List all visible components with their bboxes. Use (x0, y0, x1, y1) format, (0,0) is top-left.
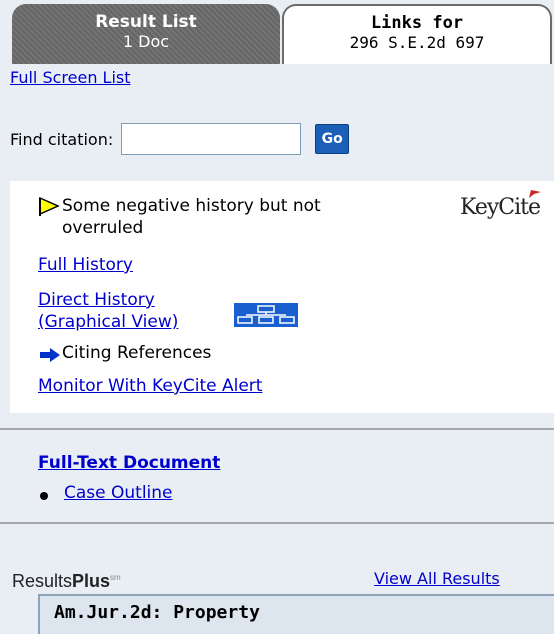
direct-history-line2[interactable]: (Graphical View) (38, 311, 178, 333)
direct-history-line1[interactable]: Direct History (38, 289, 178, 311)
divider (0, 428, 554, 430)
keycite-flag-icon (529, 190, 542, 198)
tab-bar: Result List 1 Doc Links for 296 S.E.2d 6… (0, 0, 554, 64)
divider (0, 522, 554, 524)
results-plus-item[interactable]: Am.Jur.2d: Property (38, 594, 554, 634)
keycite-panel: Some negative history but not overruled … (10, 181, 554, 413)
results-plus-item-title[interactable]: Am.Jur.2d: Property (54, 602, 260, 623)
tab-result-list-title: Result List (95, 12, 197, 32)
tab-links-for[interactable]: Links for 296 S.E.2d 697 (282, 4, 552, 64)
go-button[interactable]: Go (315, 124, 350, 154)
find-citation-input[interactable] (121, 123, 302, 155)
results-plus-prefix: Results (12, 571, 73, 591)
view-all-results-link[interactable]: View All Results (374, 569, 500, 588)
case-outline-link[interactable]: Case Outline (64, 483, 173, 503)
results-plus-logo: ResultsPlussm (12, 571, 121, 592)
find-citation-form: Find citation: Go (10, 122, 350, 156)
find-citation-label: Find citation: (10, 129, 114, 149)
tab-result-list-count: 1 Doc (122, 32, 170, 51)
keycite-status-text: Some negative history but not overruled (62, 196, 321, 238)
full-screen-list-link[interactable]: Full Screen List (10, 68, 131, 87)
arrow-right-icon (40, 348, 60, 362)
results-plus-bold: Plus (72, 571, 111, 591)
monitor-keycite-alert-link[interactable]: Monitor With KeyCite Alert (38, 376, 262, 396)
graphical-view-icon[interactable] (234, 303, 298, 327)
results-plus-mark: sm (110, 573, 121, 582)
keycite-logo: KeyCite (460, 190, 541, 220)
tab-links-for-citation: 296 S.E.2d 697 (349, 33, 485, 52)
yellow-flag-icon (39, 197, 60, 216)
full-history-link[interactable]: Full History (38, 255, 133, 275)
bullet-icon (40, 492, 48, 500)
tab-result-list[interactable]: Result List 1 Doc (12, 4, 280, 64)
direct-history-link[interactable]: Direct History (Graphical View) (38, 289, 178, 333)
citing-references-text: Citing References (62, 343, 212, 363)
tab-links-for-title: Links for (370, 13, 464, 33)
full-text-document-link[interactable]: Full-Text Document (38, 453, 220, 473)
